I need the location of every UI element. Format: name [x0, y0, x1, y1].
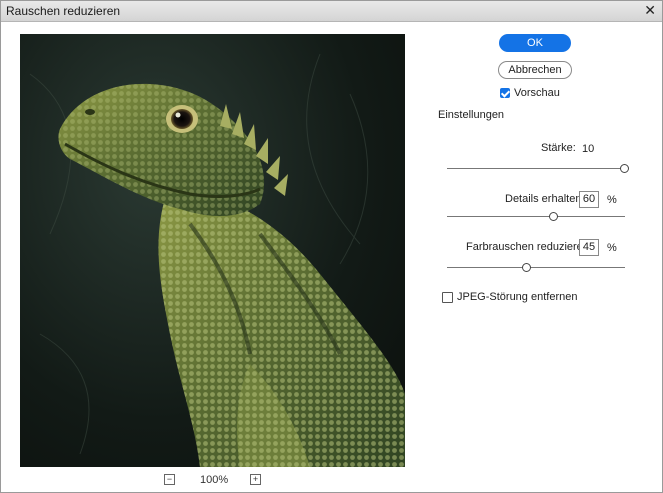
preview-checkbox-label: Vorschau [514, 87, 560, 99]
ok-button[interactable]: OK [499, 34, 571, 52]
zoom-in-button[interactable]: + [250, 474, 261, 485]
strength-value: 10 [582, 143, 595, 155]
color-noise-slider-track[interactable] [447, 267, 625, 268]
details-unit: % [607, 194, 617, 206]
color-noise-label: Farbrauschen reduzieren: [466, 241, 592, 253]
preview-checkbox[interactable] [500, 88, 510, 98]
details-label: Details erhalten: [505, 193, 585, 205]
settings-heading: Einstellungen [438, 109, 505, 121]
details-slider-handle[interactable] [548, 212, 558, 221]
cancel-button[interactable]: Abbrechen [498, 61, 572, 79]
details-input[interactable]: 60 [579, 191, 599, 208]
strength-slider-handle[interactable] [620, 164, 629, 173]
zoom-level: 100% [200, 474, 229, 486]
jpeg-artifact-checkbox[interactable] [442, 292, 453, 303]
details-slider-track[interactable] [447, 216, 625, 217]
preview-image[interactable] [20, 34, 405, 467]
color-noise-slider-handle[interactable] [522, 263, 532, 272]
noise-reduction-dialog: Rauschen reduzieren ✕ − 100% + OK Abbrec… [0, 0, 663, 493]
zoom-out-button[interactable]: − [164, 474, 175, 485]
title-bar: Rauschen reduzieren ✕ [1, 1, 662, 22]
strength-label: Stärke: [541, 142, 576, 154]
dialog-title: Rauschen reduzieren [6, 4, 121, 18]
close-icon[interactable]: ✕ [644, 2, 656, 18]
jpeg-artifact-label: JPEG-Störung entfernen [457, 291, 578, 303]
strength-slider-track[interactable] [447, 168, 625, 169]
lizard-image [29, 53, 405, 467]
color-noise-unit: % [607, 242, 617, 254]
color-noise-input[interactable]: 45 [579, 239, 599, 256]
